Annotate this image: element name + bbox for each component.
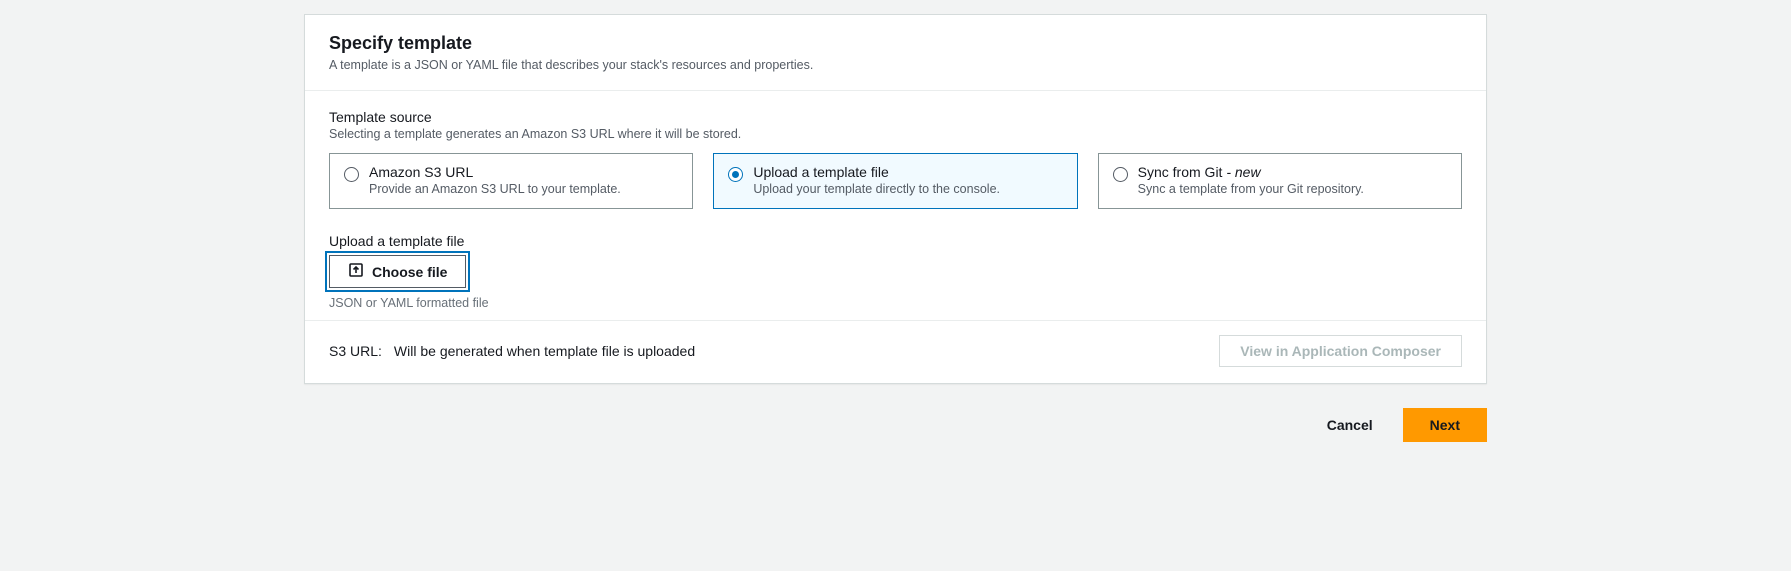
radio-desc: Provide an Amazon S3 URL to your templat… xyxy=(369,182,621,196)
next-button[interactable]: Next xyxy=(1403,408,1487,442)
panel-body: Template source Selecting a template gen… xyxy=(305,91,1486,320)
panel-subtitle: A template is a JSON or YAML file that d… xyxy=(329,58,1462,72)
view-in-application-composer-button[interactable]: View in Application Composer xyxy=(1219,335,1462,367)
panel-footer: S3 URL: Will be generated when template … xyxy=(305,320,1486,383)
upload-section: Upload a template file Choose file JSON … xyxy=(329,233,1462,310)
radio-title: Amazon S3 URL xyxy=(369,164,621,180)
new-badge: - new xyxy=(1222,164,1260,180)
specify-template-panel: Specify template A template is a JSON or… xyxy=(304,14,1487,384)
radio-amazon-s3-url[interactable]: Amazon S3 URL Provide an Amazon S3 URL t… xyxy=(329,153,693,209)
cancel-button[interactable]: Cancel xyxy=(1307,408,1393,442)
radio-desc: Upload your template directly to the con… xyxy=(753,182,1000,196)
upload-icon xyxy=(348,262,364,281)
template-source-label: Template source xyxy=(329,109,1462,125)
wizard-actions: Cancel Next xyxy=(304,408,1487,442)
radio-title: Upload a template file xyxy=(753,164,1000,180)
radio-sync-from-git[interactable]: Sync from Git - new Sync a template from… xyxy=(1098,153,1462,209)
radio-desc: Sync a template from your Git repository… xyxy=(1138,182,1364,196)
choose-file-label: Choose file xyxy=(372,264,447,280)
template-source-helper: Selecting a template generates an Amazon… xyxy=(329,127,1462,141)
upload-label: Upload a template file xyxy=(329,233,1462,249)
radio-icon xyxy=(1113,167,1128,182)
radio-upload-template-file[interactable]: Upload a template file Upload your templ… xyxy=(713,153,1077,209)
panel-title: Specify template xyxy=(329,33,1462,54)
file-format-helper: JSON or YAML formatted file xyxy=(329,296,1462,310)
radio-icon xyxy=(344,167,359,182)
s3-url-value: Will be generated when template file is … xyxy=(394,343,695,359)
s3-url-label: S3 URL: xyxy=(329,343,382,359)
choose-file-button[interactable]: Choose file xyxy=(329,255,466,288)
template-source-options: Amazon S3 URL Provide an Amazon S3 URL t… xyxy=(329,153,1462,209)
panel-header: Specify template A template is a JSON or… xyxy=(305,15,1486,91)
radio-title: Sync from Git - new xyxy=(1138,164,1364,180)
radio-icon xyxy=(728,167,743,182)
